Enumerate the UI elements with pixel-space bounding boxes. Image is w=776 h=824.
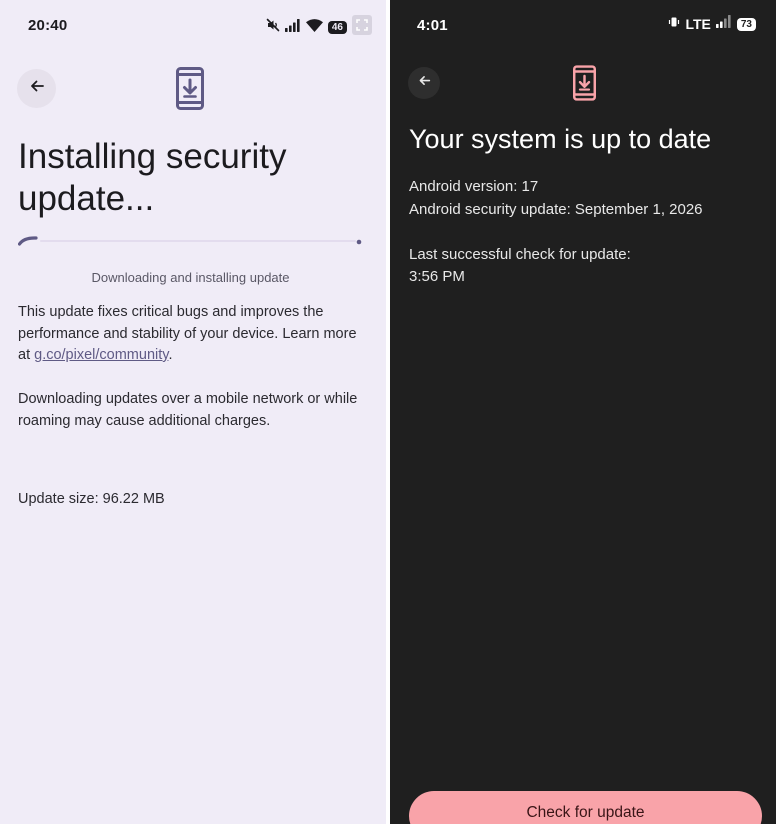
- comparison-root: 20:40 46 Installing security update... D…: [0, 0, 776, 824]
- status-icons: 46: [266, 15, 372, 40]
- back-button[interactable]: [17, 69, 56, 108]
- signal-icon: [715, 15, 732, 33]
- update-size: Update size: 96.22 MB: [18, 491, 165, 507]
- update-description: This update fixes critical bugs and impr…: [18, 302, 358, 367]
- mute-icon: [266, 18, 280, 37]
- battery-icon: 46: [327, 21, 347, 34]
- description-end: .: [168, 347, 173, 363]
- network-type: LTE: [685, 16, 711, 32]
- arrow-left-icon: [29, 78, 45, 99]
- screenshot-expand-icon: [352, 15, 372, 40]
- security-update-date: Android security update: September 1, 20…: [409, 201, 703, 218]
- status-time: 4:01: [417, 17, 448, 34]
- arrow-left-icon: [418, 74, 431, 92]
- android-version: Android version: 17: [409, 178, 539, 195]
- battery-icon: 73: [736, 17, 756, 31]
- signal-icon: [284, 18, 301, 37]
- community-link[interactable]: g.co/pixel/community: [34, 347, 168, 363]
- phone-download-icon: [573, 65, 596, 106]
- phone-download-icon: [176, 67, 204, 115]
- progress-track: [40, 240, 356, 242]
- last-check-time: 3:56 PM: [409, 268, 465, 285]
- vibrate-icon: [668, 15, 680, 33]
- wifi-icon: [305, 18, 323, 37]
- status-time: 20:40: [28, 17, 68, 34]
- last-check-label: Last successful check for update:: [409, 246, 631, 263]
- check-for-update-button[interactable]: Check for update: [409, 791, 762, 824]
- status-icons: LTE 73: [668, 15, 756, 33]
- page-title: Your system is up to date: [409, 124, 712, 154]
- roaming-warning: Downloading updates over a mobile networ…: [18, 391, 358, 429]
- progress-status: Downloading and installing update: [91, 270, 290, 285]
- right-screen: 4:01 LTE 73 Your system is up to date An…: [390, 0, 776, 824]
- progress-end-dot: [356, 239, 362, 245]
- back-button[interactable]: [408, 67, 440, 99]
- progress-bar: [18, 236, 364, 246]
- left-screen: 20:40 46 Installing security update... D…: [0, 0, 386, 824]
- page-title: Installing security update...: [18, 137, 287, 218]
